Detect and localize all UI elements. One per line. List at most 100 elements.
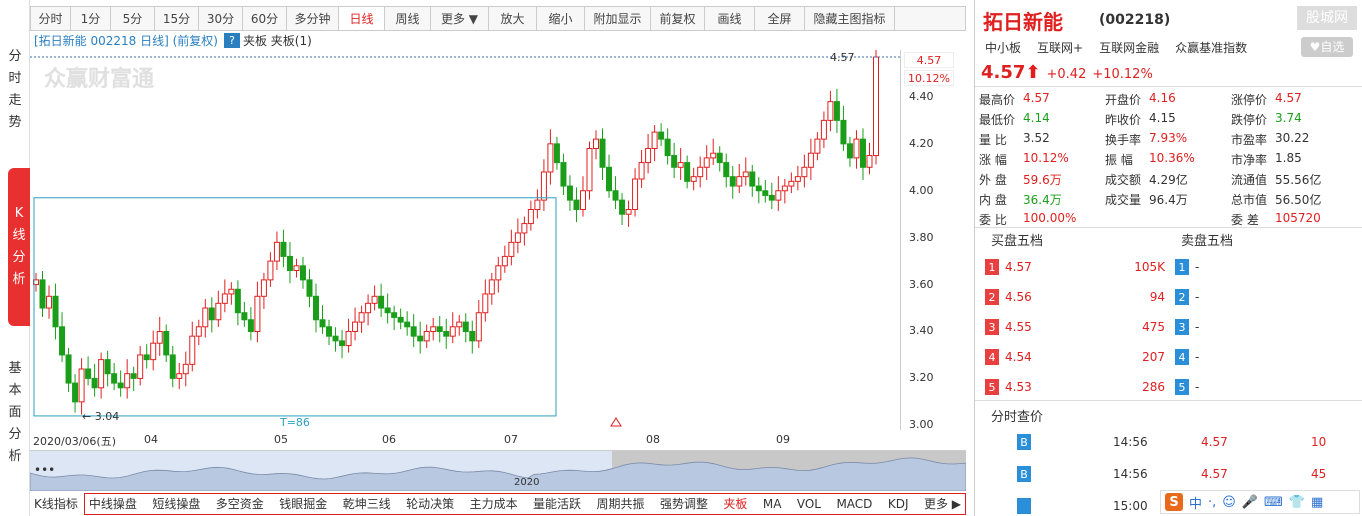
stat-value: 4.16 [1149,91,1176,105]
stats-grid: 最高价 4.57 开盘价 4.16 涨停价 4.57 最低价 4.14 昨收价 4.15 跌停价 3.… [975,86,1362,228]
period-tab-16[interactable]: 隐藏主图指标 [805,7,895,30]
period-tab-1[interactable]: 1分 [71,7,111,30]
candle [521,216,528,246]
chart-header: [拓日新能 002218 日线] (前复权) ? 夹板 夹板(1) [34,32,312,49]
indicator-tab-15[interactable]: 更多 ▶ [920,495,965,512]
concept-tag[interactable]: 中小板 [985,39,1021,56]
buy-level-badge: 1 [985,259,999,275]
nav-char: 基 [8,361,22,376]
nav-kline[interactable]: K线分析 [8,168,30,326]
ime-logo-icon[interactable]: S [1165,493,1183,511]
sell-price: - [1195,380,1200,394]
candle [625,200,632,227]
kline-chart[interactable]: 4.57 ← 3.04 T=86 众赢财富通 [30,50,966,430]
period-tab-2[interactable]: 5分 [111,7,155,30]
nav-fundamentals[interactable]: 基本面分析 [4,358,26,468]
overview-handle-icon[interactable]: ••• [34,463,55,477]
range-overview[interactable]: ••• 2020 [29,450,967,492]
indicator-tab-2[interactable]: 多空资金 [212,495,268,512]
nav-intraday[interactable]: 分时走势 [4,46,26,134]
ime-item-icon[interactable]: 👕 [1289,495,1305,510]
ime-item-icon[interactable]: ☺ [1222,495,1236,510]
period-tab-10[interactable]: 放大 [489,7,537,30]
indicator-tab-14[interactable]: KDJ [884,497,913,511]
candle [814,132,821,161]
candle [98,352,105,399]
period-tab-14[interactable]: 画线 [705,7,755,30]
candle [488,272,495,305]
nav-char: 势 [8,115,22,130]
indicator-tab-3[interactable]: 钱眼掘金 [275,495,331,512]
ime-item-icon[interactable]: ⌨ [1264,495,1283,510]
candle [540,159,547,211]
indicator-tab-5[interactable]: 轮动决策 [402,495,458,512]
candle [840,105,847,151]
stat-key: 成交量 [1105,193,1142,207]
box-low-label: ← 3.04 [82,410,119,423]
candle [527,200,534,231]
buy-level-badge: 2 [985,289,999,305]
box-span-label: T=86 [279,416,310,429]
indicator-tab-9[interactable]: 强势调整 [656,495,712,512]
candle [697,156,704,188]
period-tab-4[interactable]: 30分 [199,7,243,30]
x-tick-label: 09 [776,433,790,446]
indicator-tab-12[interactable]: VOL [793,497,825,511]
period-tab-15[interactable]: 全屏 [755,7,805,30]
period-tab-12[interactable]: 附加显示 [585,7,651,30]
period-tab-0[interactable]: 分时 [31,7,71,30]
candle [755,177,762,204]
concept-tag[interactable]: 互联网金融 [1099,39,1159,56]
period-tab-7[interactable]: 日线 [339,7,385,30]
stat-key: 涨 幅 [979,153,1007,167]
buy-row: 5 4.53 286 [985,377,1165,397]
ime-item-icon[interactable]: ·, [1208,495,1216,510]
candle [495,256,502,293]
candle [514,218,521,254]
period-tab-3[interactable]: 15分 [155,7,199,30]
concept-tag[interactable]: 众赢基准指数 [1175,39,1247,56]
ticks-header: 分时查价 [991,410,1044,425]
indicator-tab-6[interactable]: 主力成本 [466,495,522,512]
period-tab-9[interactable]: 更多 ▼ [431,7,489,30]
stat-value: 3.74 [1275,111,1302,125]
candle [547,129,554,185]
period-tab-11[interactable]: 缩小 [537,7,585,30]
indicator-tab-4[interactable]: 乾坤三线 [339,495,395,512]
ime-item-icon[interactable]: 🎤 [1242,495,1258,510]
period-tab-13[interactable]: 前复权 [651,7,705,30]
candle [124,359,131,399]
candle [690,167,697,191]
candle [410,314,417,347]
x-tick-label: 04 [144,433,158,446]
period-tab-5[interactable]: 60分 [243,7,287,30]
indicator-tab-13[interactable]: MACD [832,497,876,511]
indicator-tab-10[interactable]: 夹板 [719,495,751,512]
help-icon[interactable]: ? [223,33,240,48]
period-tab-6[interactable]: 多分钟 [287,7,339,30]
concept-tag[interactable]: 互联网+ [1037,39,1083,56]
candle [397,308,404,330]
candle [241,301,248,327]
indicator-tab-1[interactable]: 短线操盘 [148,495,204,512]
candle [612,176,619,210]
period-tab-8[interactable]: 周线 [385,7,431,30]
chart-watermark: 众赢财富通 [44,66,154,92]
ime-item-icon[interactable]: 中 [1189,493,1202,512]
stat-value: 96.4万 [1149,193,1188,207]
add-watchlist-button[interactable]: ♥自选 [1301,37,1353,57]
indicator-tab-7[interactable]: 量能活跃 [529,495,585,512]
indicator-tab-8[interactable]: 周期共振 [593,495,649,512]
current-price: 4.57⬆ [981,62,1041,83]
stat-value: 10.12% [1023,151,1069,165]
candle [827,90,834,132]
tick-volume: 45 [1311,467,1327,481]
indicator-tab-11[interactable]: MA [759,497,786,511]
ime-item-icon[interactable]: ▦ [1311,495,1323,510]
stat-value: 55.56亿 [1275,173,1322,187]
candle [143,344,150,369]
candle [859,128,866,180]
stat-key: 最高价 [979,93,1016,107]
indicator-tab-0[interactable]: 中线操盘 [85,495,141,512]
candle [716,146,723,172]
